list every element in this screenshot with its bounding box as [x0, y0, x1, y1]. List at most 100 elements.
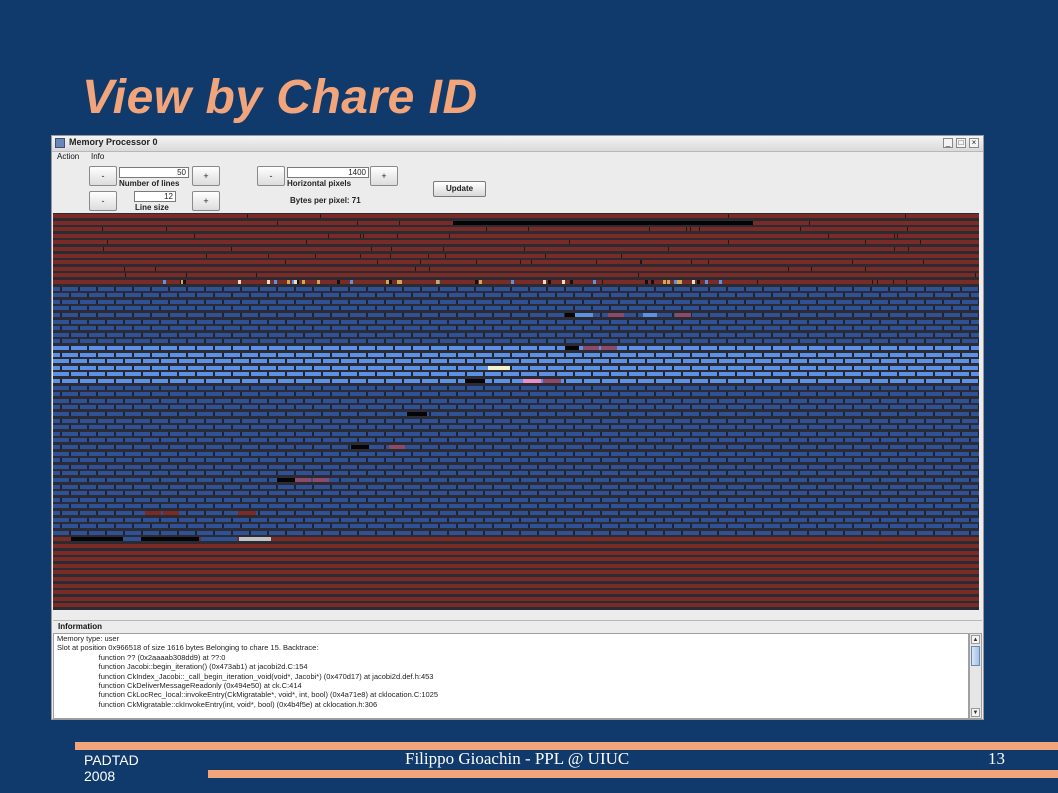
chare-boundary: [555, 518, 557, 522]
chare-boundary: [582, 511, 584, 515]
chare-boundary: [186, 366, 188, 370]
menu-action[interactable]: Action: [57, 152, 79, 161]
chare-boundary: [222, 300, 224, 304]
highlighted-slot[interactable]: [239, 537, 271, 541]
chare-boundary: [708, 392, 710, 396]
highlighted-slot[interactable]: [407, 412, 427, 416]
highlighted-slot[interactable]: [163, 511, 179, 515]
chare-boundary: [555, 504, 557, 508]
chare-boundary: [600, 419, 602, 423]
chare-boundary: [654, 366, 656, 370]
chare-boundary: [168, 485, 170, 489]
update-button[interactable]: Update: [433, 181, 486, 197]
chare-boundary: [339, 346, 341, 350]
highlighted-slot[interactable]: [351, 445, 369, 449]
chare-boundary: [735, 531, 737, 535]
chare-boundary: [447, 452, 449, 456]
highlighted-slot[interactable]: [238, 511, 256, 515]
chare-boundary: [357, 293, 359, 297]
chare-boundary: [96, 511, 98, 515]
number-of-lines-input[interactable]: 50: [119, 167, 189, 178]
chare-boundary: [537, 412, 539, 416]
chare-boundary: [807, 399, 809, 403]
highlighted-slot[interactable]: [565, 346, 579, 350]
highlighted-slot[interactable]: [583, 346, 599, 350]
chare-boundary: [510, 498, 512, 502]
minimize-button[interactable]: _: [943, 138, 953, 148]
chare-boundary: [465, 293, 467, 297]
chare-boundary: [114, 485, 116, 489]
highlighted-slot[interactable]: [201, 537, 237, 541]
highlighted-slot[interactable]: [277, 478, 295, 482]
chare-boundary: [528, 485, 530, 489]
chare-boundary: [474, 313, 476, 317]
highlighted-slot[interactable]: [295, 478, 311, 482]
horizontal-pixels-increment-button[interactable]: +: [370, 166, 398, 186]
menu-info[interactable]: Info: [91, 152, 104, 161]
horizontal-pixels-decrement-button[interactable]: -: [257, 166, 285, 186]
highlighted-slot[interactable]: [643, 313, 657, 317]
highlighted-slot[interactable]: [71, 537, 123, 541]
chare-boundary: [240, 287, 242, 291]
chare-boundary: [321, 386, 323, 390]
chare-boundary: [636, 392, 638, 396]
chare-boundary: [186, 339, 188, 343]
highlighted-slot[interactable]: [141, 537, 199, 541]
chare-boundary: [951, 372, 953, 376]
chare-boundary: [942, 419, 944, 423]
chare-boundary: [546, 405, 548, 409]
scroll-up-arrow-icon[interactable]: ▲: [971, 635, 980, 644]
chare-boundary: [645, 438, 647, 442]
line-size-decrement-button[interactable]: -: [89, 191, 117, 211]
chare-boundary: [618, 511, 620, 515]
highlighted-slot[interactable]: [523, 379, 541, 383]
chare-boundary: [915, 504, 917, 508]
memory-visualization[interactable]: [53, 213, 979, 610]
chare-boundary: [798, 432, 800, 436]
slot-boundary: [708, 260, 709, 264]
chare-boundary: [573, 306, 575, 310]
slot-boundary: [420, 260, 421, 264]
mixed-slot: [350, 280, 353, 284]
maximize-button[interactable]: □: [956, 138, 966, 148]
scroll-down-arrow-icon[interactable]: ▼: [971, 708, 980, 717]
number-of-lines-increment-button[interactable]: +: [192, 166, 220, 186]
highlighted-slot[interactable]: [145, 511, 161, 515]
chare-boundary: [411, 372, 413, 376]
highlighted-slot[interactable]: [389, 445, 405, 449]
chare-boundary: [339, 452, 341, 456]
chare-boundary: [195, 504, 197, 508]
highlighted-slot[interactable]: [313, 478, 329, 482]
highlighted-slot[interactable]: [488, 366, 510, 370]
chare-boundary: [411, 293, 413, 297]
scroll-thumb[interactable]: [971, 646, 980, 666]
chare-boundary: [969, 452, 971, 456]
highlighted-slot[interactable]: [465, 379, 485, 383]
line-size-input[interactable]: 12: [134, 191, 176, 202]
chare-boundary: [87, 412, 89, 416]
highlighted-slot[interactable]: [675, 313, 691, 317]
chare-boundary: [807, 346, 809, 350]
highlighted-slot[interactable]: [123, 537, 141, 541]
chare-boundary: [339, 438, 341, 442]
line-size-increment-button[interactable]: +: [192, 191, 220, 211]
chare-boundary: [969, 504, 971, 508]
information-line: function ?? (0x2aaaab308dd9) at ??:0: [57, 652, 226, 662]
chare-boundary: [114, 379, 116, 383]
highlighted-slot[interactable]: [601, 346, 617, 350]
chare-boundary: [960, 471, 962, 475]
highlighted-slot[interactable]: [608, 313, 624, 317]
chare-boundary: [87, 346, 89, 350]
information-scrollbar[interactable]: ▲ ▼: [969, 633, 982, 719]
close-button[interactable]: ×: [969, 138, 979, 148]
window-titlebar[interactable]: Memory Processor 0 _ □ ×: [52, 136, 983, 152]
horizontal-pixels-input[interactable]: 1400: [287, 167, 369, 178]
information-text-area[interactable]: Memory type: user Slot at position 0x9665…: [53, 633, 969, 719]
memory-line: [53, 564, 979, 568]
number-of-lines-decrement-button[interactable]: -: [89, 166, 117, 186]
highlighted-slot[interactable]: [543, 379, 561, 383]
chare-boundary: [330, 287, 332, 291]
chare-boundary: [366, 511, 368, 515]
highlighted-slot[interactable]: [575, 313, 593, 317]
chare-boundary: [735, 438, 737, 442]
